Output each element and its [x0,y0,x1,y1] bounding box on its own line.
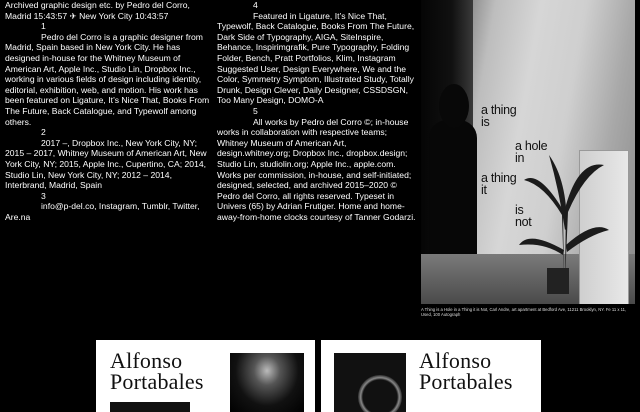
info-column-right: 4 Featured in Ligature, It’s Nice That, … [217,0,417,222]
wall-text-a-hole-in: a hole in [515,139,548,165]
project-card-1[interactable]: Alfonso Portabales [96,340,315,412]
section-number-5: 5 [253,105,258,116]
wall-text-a-thing-is: a thing is [481,103,517,129]
wall-text-is-not: is not [515,203,532,229]
card-thumbnail [230,353,304,412]
plant-icon [519,155,609,280]
section-number-4: 4 [253,0,258,10]
project-card-2[interactable]: Alfonso Portabales [321,340,541,412]
eclipse-image [358,375,402,412]
cv-text: 2017 –, Dropbox Inc., New York City, NY;… [5,137,207,191]
card-title: Alfonso Portabales [419,348,513,394]
section-number-3: 3 [41,190,46,201]
rights-text: All works by Pedro del Corro ©; in-house… [217,116,416,222]
bio-text: Pedro del Corro is a graphic designer fr… [5,31,210,127]
section-number-1: 1 [41,21,46,32]
card-thumbnail-small [110,402,190,412]
info-column-left: Archived graphic design etc. by Pedro de… [5,0,210,222]
gallery-photo[interactable]: a thing is a hole in a thing it is not [421,0,635,304]
photo-figure-head [439,84,469,128]
card-title: Alfonso Portabales [110,348,204,394]
plant-pot [547,268,569,294]
contact-links[interactable]: info@p-del.co, Instagram, Tumblr, Twitte… [5,201,210,222]
card-thumbnail [334,353,406,412]
photo-caption: A Thing is a Hole in a Thing it is Not, … [421,307,627,318]
intro-text: Archived graphic design etc. by Pedro de… [5,0,190,10]
wall-text-a-thing-it: a thing it [481,171,517,197]
featured-text: Featured in Ligature, It’s Nice That, Ty… [217,10,415,106]
clock-readout: Madrid 15:43:57 ✈ New York City 10:43:57 [5,10,169,21]
section-number-2: 2 [41,127,46,138]
